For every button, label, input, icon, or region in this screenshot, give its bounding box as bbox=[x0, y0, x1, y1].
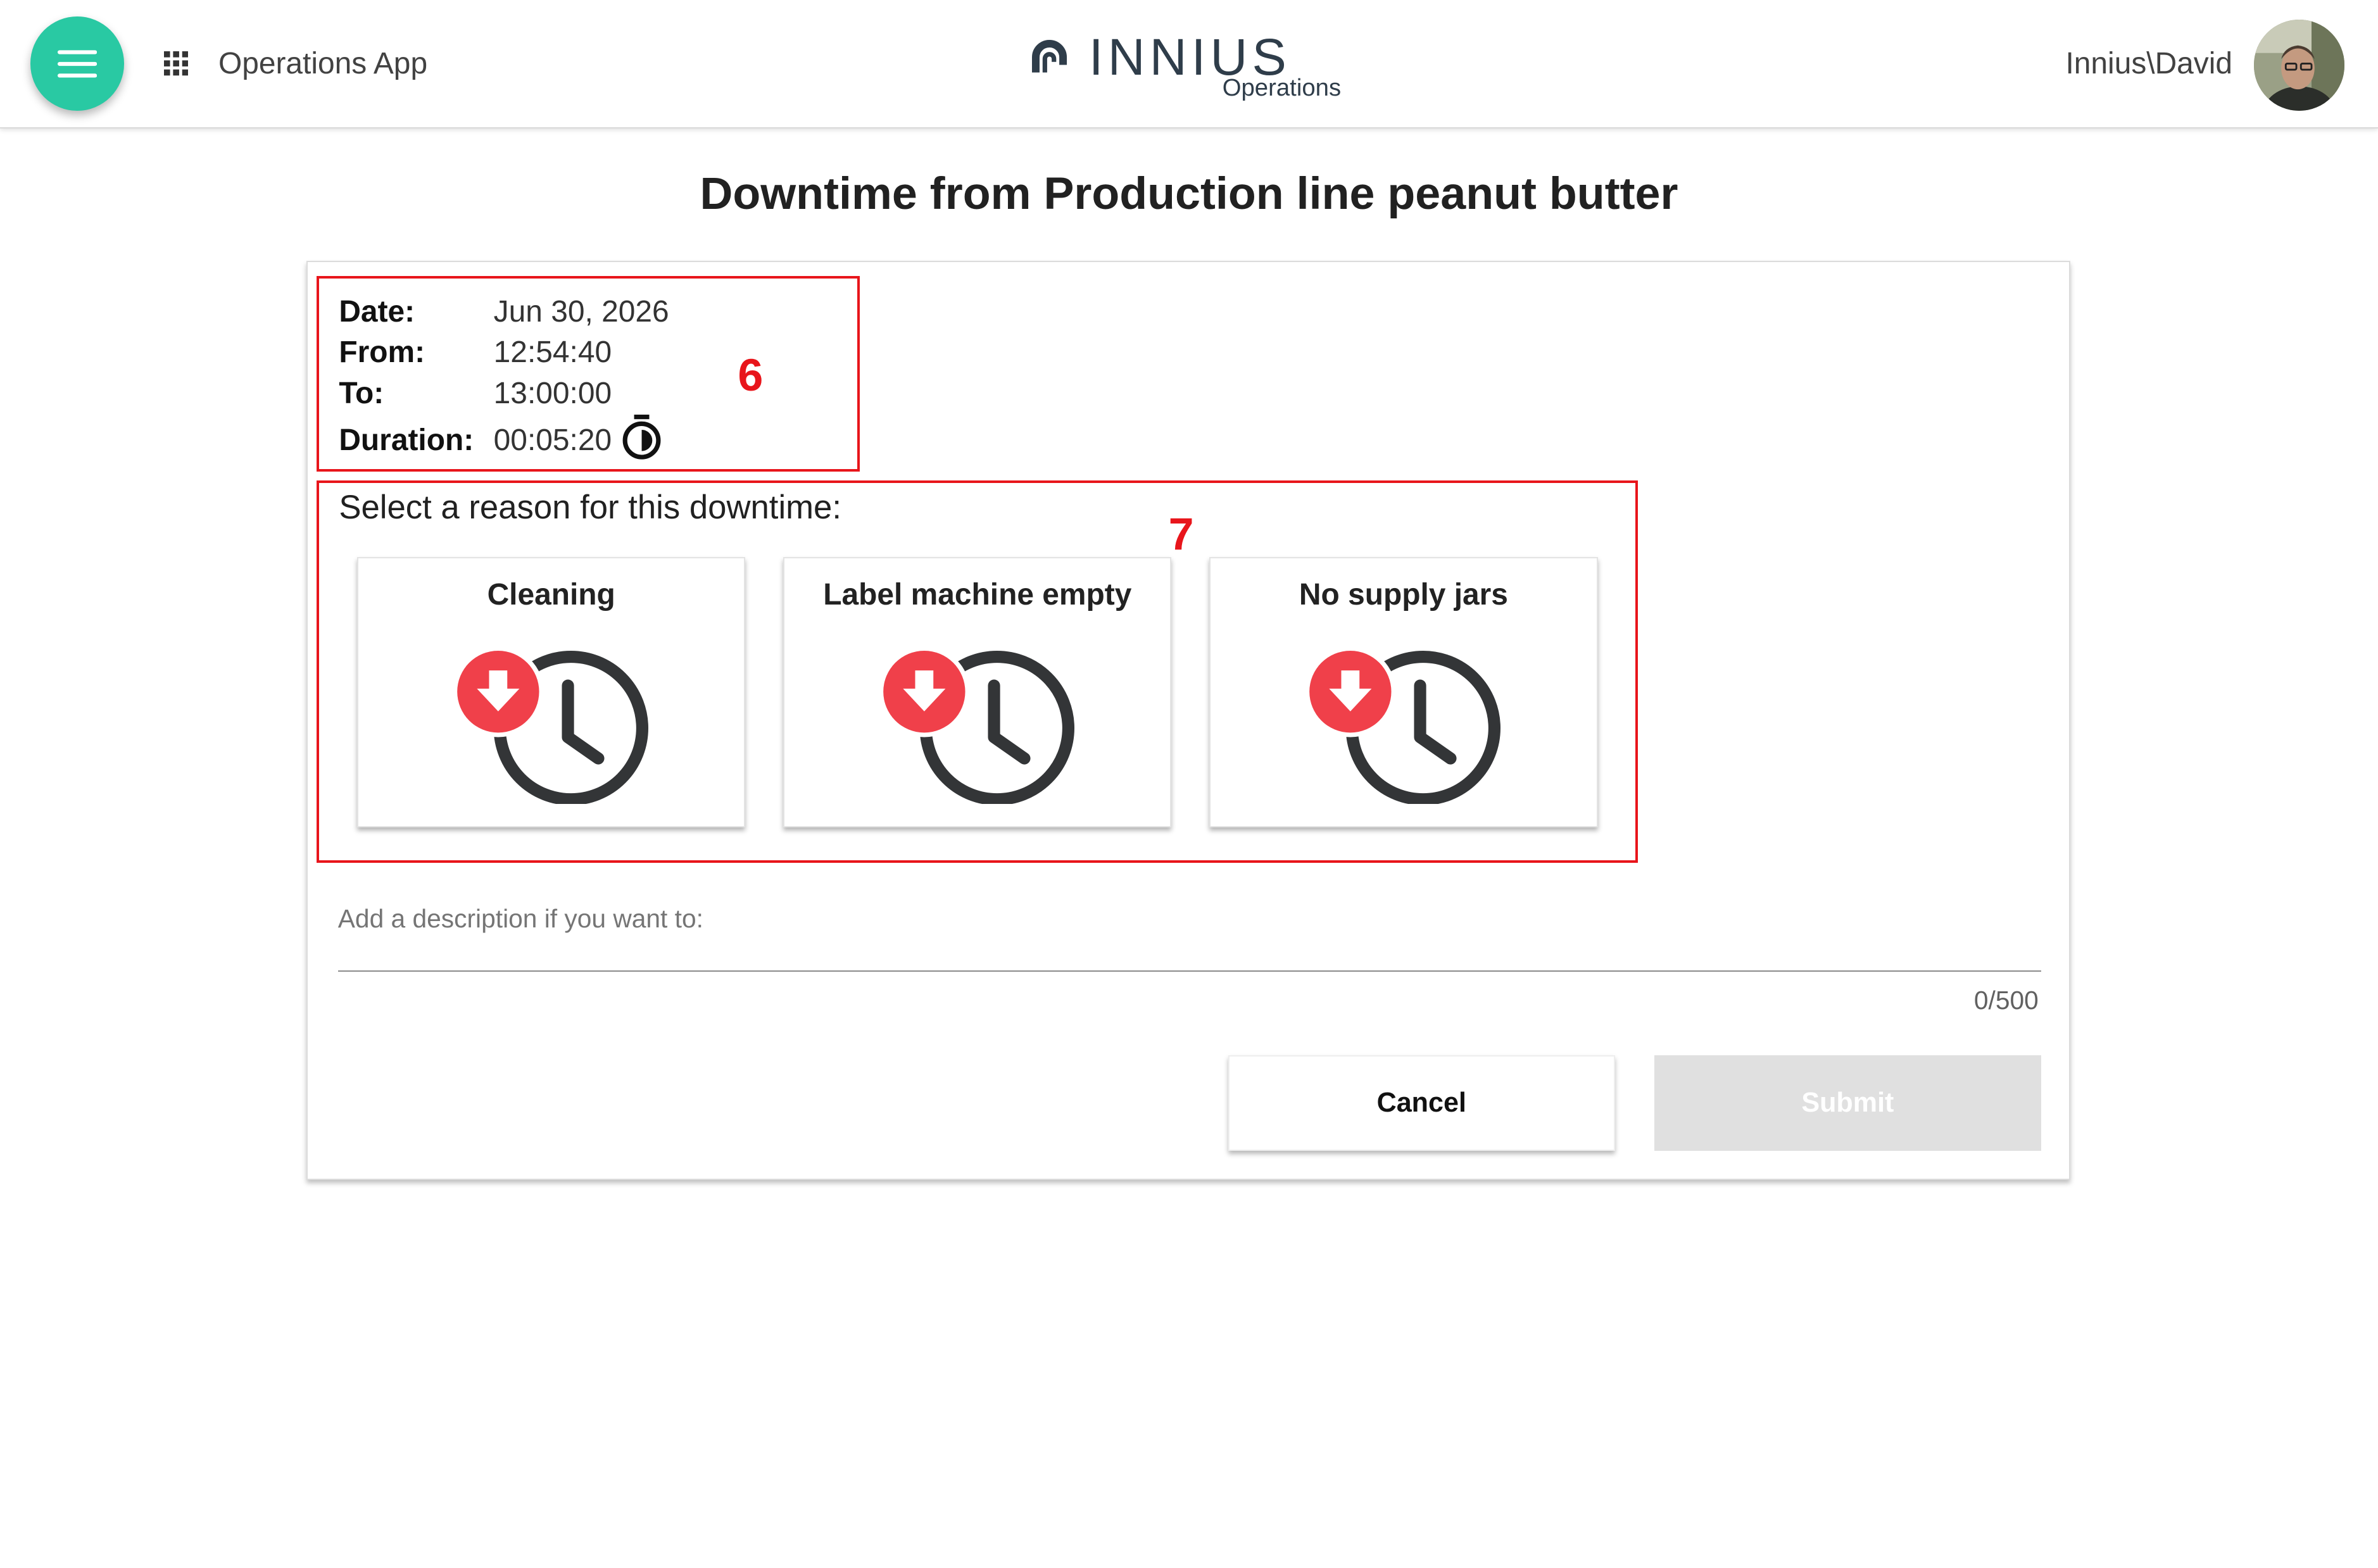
downtime-clock-icon bbox=[1304, 646, 1500, 805]
app-name[interactable]: Operations App bbox=[218, 46, 427, 82]
duration-value: 00:05:20 bbox=[493, 423, 612, 458]
from-value: 12:54:40 bbox=[493, 336, 612, 370]
stopwatch-icon bbox=[623, 415, 661, 460]
brand-subtitle: Operations bbox=[1222, 73, 1342, 101]
annotation-marker-7: 7 bbox=[1168, 509, 1194, 560]
cancel-button[interactable]: Cancel bbox=[1228, 1055, 1615, 1151]
reason-prompt: Select a reason for this downtime: bbox=[339, 488, 841, 526]
avatar[interactable] bbox=[2253, 20, 2345, 111]
page-title: Downtime from Production line peanut but… bbox=[700, 168, 1678, 219]
downtime-clock-icon bbox=[878, 646, 1074, 805]
reason-selection-box: Select a reason for this downtime: 7 Cle… bbox=[317, 480, 1638, 863]
description-underline bbox=[337, 970, 2041, 972]
annotation-marker-6: 6 bbox=[738, 349, 764, 401]
brand-logo: INNIUS Operations bbox=[1028, 27, 1362, 106]
app-grid-icon[interactable] bbox=[163, 51, 189, 76]
from-label: From: bbox=[339, 336, 425, 370]
character-counter: 0/500 bbox=[1973, 986, 2039, 1015]
downtime-card: Date: Jun 30, 2026 From: 12:54:40 To: 13:00… bbox=[306, 261, 2070, 1180]
description-placeholder: Add a description if you want to: bbox=[337, 903, 703, 933]
user-photo-icon bbox=[2253, 20, 2345, 111]
reason-button-cleaning[interactable]: Cleaning bbox=[357, 557, 746, 827]
reason-button-label-machine-empty[interactable]: Label machine empty bbox=[783, 557, 1172, 827]
from-row: From: 12:54:40 bbox=[339, 334, 612, 370]
date-label: Date: bbox=[339, 294, 415, 329]
menu-button[interactable] bbox=[30, 16, 125, 111]
reason-button-no-supply-jars[interactable]: No supply jars bbox=[1209, 557, 1598, 827]
to-row: To: 13:00:00 bbox=[339, 375, 612, 411]
reason-label: Label machine empty bbox=[823, 578, 1132, 612]
date-value: Jun 30, 2026 bbox=[493, 294, 669, 329]
reason-label: Cleaning bbox=[487, 578, 615, 612]
downtime-info-box: Date: Jun 30, 2026 From: 12:54:40 To: 13:00… bbox=[317, 275, 860, 472]
app-header: Operations App INNIUS Operations Innius\… bbox=[0, 0, 2378, 129]
reason-label: No supply jars bbox=[1299, 578, 1508, 612]
to-label: To: bbox=[339, 376, 384, 410]
submit-button[interactable]: Submit bbox=[1654, 1055, 2041, 1151]
downtime-clock-icon bbox=[452, 646, 648, 805]
user-name[interactable]: Innius\David bbox=[2065, 46, 2232, 82]
duration-row: Duration: 00:05:20 bbox=[339, 415, 663, 460]
date-row: Date: Jun 30, 2026 bbox=[339, 294, 669, 330]
duration-label: Duration: bbox=[339, 423, 474, 458]
hamburger-menu-icon bbox=[58, 50, 98, 78]
to-value: 13:00:00 bbox=[493, 376, 612, 410]
innius-logo-icon bbox=[1032, 40, 1067, 73]
